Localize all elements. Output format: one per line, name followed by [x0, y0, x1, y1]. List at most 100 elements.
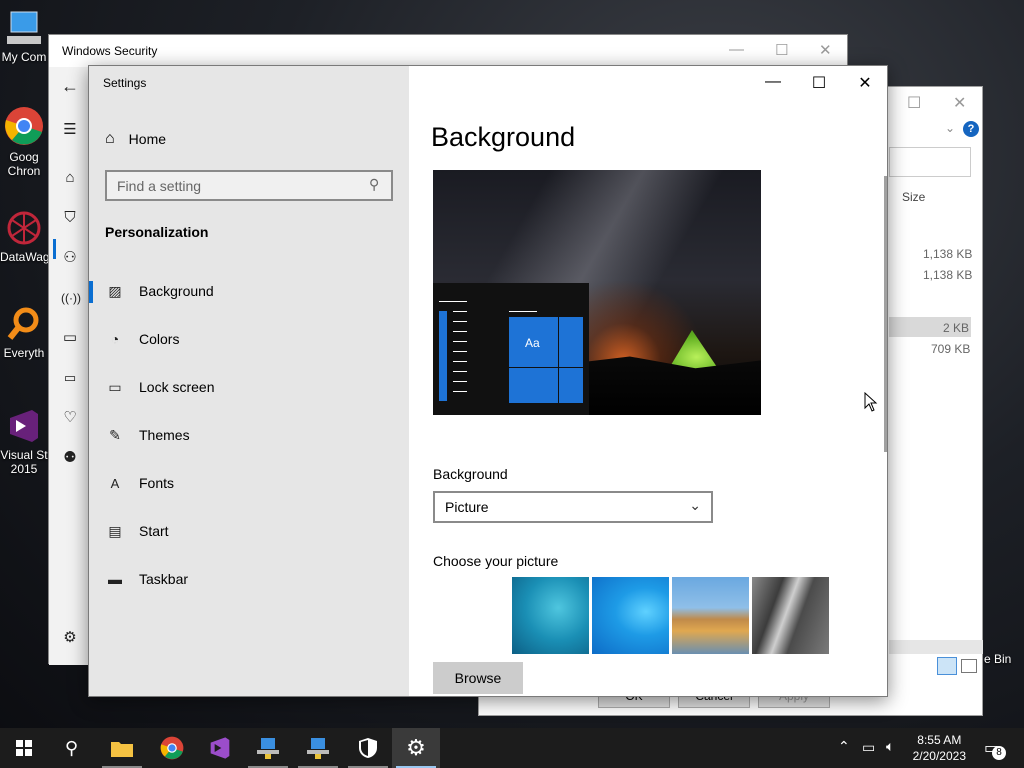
horizontal-scrollbar[interactable] — [889, 640, 983, 654]
start-icon: ▤ — [108, 522, 122, 539]
preview-list — [439, 311, 447, 401]
clock[interactable]: 8:55 AM 2/20/2023 — [913, 732, 966, 764]
search-input[interactable] — [105, 170, 393, 201]
sidebar-item-taskbar[interactable]: ▬ Taskbar — [89, 559, 409, 599]
sidebar-item-colors[interactable]: ◔ Colors — [89, 319, 409, 359]
explorer-search-input[interactable] — [889, 147, 971, 177]
file-size: 2 KB — [943, 321, 970, 335]
shield-icon — [359, 738, 377, 758]
taskbar-chrome[interactable] — [148, 728, 196, 768]
sidebar-item-label: Taskbar — [139, 571, 189, 587]
home-icon: ⌂ — [105, 130, 115, 147]
chrome-icon — [5, 107, 43, 145]
minimize-icon[interactable]: — — [729, 41, 744, 58]
security-nav-rail: ← ☰ ⌂ ⛉ ⚇ ((·)) ▭ ▭ ♡ ⚉ ⚙ — [49, 67, 89, 665]
taskbar-visual-studio[interactable] — [196, 728, 244, 768]
maximize-icon[interactable]: ☐ — [775, 41, 788, 59]
family-icon[interactable]: ⚉ — [61, 449, 79, 467]
desktop-icon-label: My Com — [1, 50, 47, 64]
maximize-icon[interactable]: ☐ — [907, 93, 921, 113]
sidebar-item-fonts[interactable]: A Fonts — [89, 463, 409, 503]
wireless-icon[interactable]: ((·)) — [61, 289, 81, 307]
clock-date: 2/20/2023 — [912, 749, 966, 763]
file-size: 1,138 KB — [923, 268, 973, 282]
desktop-icon-this-pc[interactable]: My Com — [0, 10, 48, 64]
vertical-scrollbar[interactable] — [884, 176, 887, 452]
chrome-icon — [160, 736, 184, 760]
close-icon[interactable]: ✕ — [953, 93, 966, 113]
image-icon: ▨ — [108, 282, 122, 299]
hamburger-menu-icon[interactable]: ☰ — [61, 121, 79, 139]
start-button[interactable] — [0, 728, 48, 768]
column-header-size[interactable]: Size — [902, 190, 925, 204]
help-icon[interactable]: ? — [963, 121, 979, 137]
background-dropdown[interactable]: Picture ⌄ — [433, 491, 713, 523]
shield-icon[interactable]: ⛉ — [61, 209, 79, 227]
desktop-icon-visual-studio[interactable]: Visual St 2015 — [0, 408, 48, 476]
sidebar-item-label: Start — [139, 523, 169, 539]
gear-icon: ⚙ — [406, 735, 426, 760]
desktop-icon-everything[interactable]: Everyth — [0, 306, 48, 360]
close-icon[interactable]: ✕ — [819, 41, 832, 59]
window-title: Settings — [103, 76, 147, 90]
taskbar-settings[interactable]: ⚙ — [392, 728, 440, 768]
picture-thumbnail[interactable] — [592, 577, 669, 654]
everything-search-icon — [7, 307, 39, 340]
picture-thumbnail[interactable] — [512, 577, 589, 654]
sidebar-item-themes[interactable]: ✎ Themes — [89, 415, 409, 455]
taskbar-windows-security[interactable] — [344, 728, 392, 768]
picture-thumbnail[interactable] — [752, 577, 829, 654]
sidebar-item-label: Colors — [139, 331, 180, 347]
large-icons-view-icon[interactable] — [961, 659, 977, 673]
chevron-down-icon[interactable]: ⌄ — [945, 121, 955, 135]
page-title: Background — [431, 122, 576, 152]
details-view-icon[interactable] — [937, 657, 957, 675]
choose-picture-label: Choose your picture — [433, 553, 559, 569]
active-indicator — [53, 239, 56, 259]
taskbar-file-explorer[interactable] — [98, 728, 146, 768]
notification-center-button[interactable]: ▭ 8 — [980, 736, 1006, 760]
notification-count-badge: 8 — [992, 746, 1006, 760]
visual-studio-icon — [210, 737, 230, 759]
preview-tiles — [509, 317, 583, 403]
section-title: Personalization — [105, 224, 209, 240]
taskbar-remote-app-2[interactable] — [294, 728, 342, 768]
volume-icon[interactable]: 🔈︎ — [886, 738, 894, 755]
sidebar-item-background[interactable]: ▨ Background — [89, 271, 409, 311]
back-arrow-icon[interactable]: ← — [61, 77, 79, 95]
home-link[interactable]: ⌂ Home — [105, 130, 166, 148]
lock-screen-icon: ▭ — [108, 378, 122, 395]
network-computer-icon — [257, 738, 279, 759]
preview-tile-text: Aa — [525, 336, 540, 350]
taskbar: ⚲ ⚙ ⌃ ▭ 🔈︎ 8:55 AM 2/20/2023 ▭ 8 — [0, 728, 1024, 768]
settings-window[interactable]: Settings ⌂ Home ⚲ Personalization ▨ Back… — [88, 65, 888, 697]
taskbar-remote-app[interactable] — [244, 728, 292, 768]
heart-pulse-icon[interactable]: ♡ — [61, 409, 79, 427]
home-icon[interactable]: ⌂ — [61, 169, 79, 187]
laptop-icon[interactable]: ▭ — [61, 369, 79, 387]
sidebar-item-lock-screen[interactable]: ▭ Lock screen — [89, 367, 409, 407]
network-icon[interactable]: ▭ — [862, 739, 875, 756]
picture-thumbnail[interactable] — [672, 577, 749, 654]
chevron-down-icon: ⌄ — [689, 497, 701, 513]
home-label: Home — [128, 131, 167, 147]
app-browser-icon[interactable]: ▭ — [61, 329, 79, 347]
desktop-icon-label: Goog Chron — [7, 150, 41, 178]
search-button[interactable]: ⚲ — [48, 728, 96, 768]
browse-button[interactable]: Browse — [433, 662, 523, 694]
desktop-icon-chrome[interactable]: Goog Chron — [0, 106, 48, 178]
background-preview: Aa — [433, 170, 761, 415]
preview-lines — [453, 311, 467, 401]
gear-icon[interactable]: ⚙ — [61, 629, 79, 647]
desktop-icon-label: Everyth — [3, 346, 45, 360]
desktop-icon-datawag[interactable]: DataWag — [0, 210, 48, 264]
folder-icon — [111, 742, 133, 757]
search-icon[interactable]: ⚲ — [369, 176, 379, 193]
person-icon[interactable]: ⚇ — [61, 249, 79, 267]
show-hidden-icons-chevron-icon[interactable]: ⌃ — [838, 738, 850, 755]
visual-studio-icon — [10, 410, 38, 442]
window-title: Windows Security — [62, 44, 158, 58]
sidebar-item-label: Lock screen — [139, 379, 215, 395]
sidebar-item-start[interactable]: ▤ Start — [89, 511, 409, 551]
network-computer-icon — [307, 738, 329, 759]
